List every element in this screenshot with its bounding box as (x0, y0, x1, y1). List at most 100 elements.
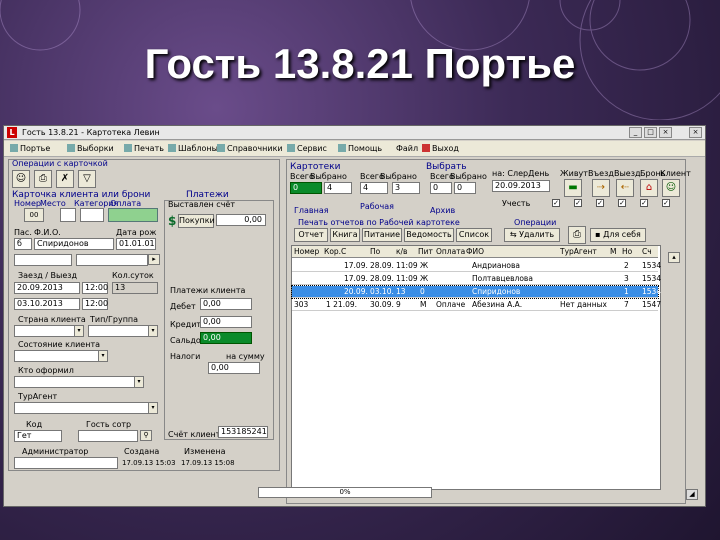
col-from[interactable]: Кор.С (324, 247, 346, 256)
purchases-button[interactable]: Покупки (178, 214, 215, 228)
client-icon[interactable]: ☺ (662, 179, 680, 197)
account-checkbox-2[interactable]: ✓ (574, 199, 582, 207)
col-m[interactable]: М (610, 247, 616, 256)
tax-value: 0,00 (208, 362, 260, 374)
menu-exit[interactable]: Выход (422, 144, 459, 153)
chevron-down-icon[interactable]: ▾ (148, 326, 157, 336)
menu-templates[interactable]: Шаблоны (168, 144, 218, 153)
account-checkbox-6[interactable]: ✓ (662, 199, 670, 207)
account-checkbox-1[interactable]: ✓ (552, 199, 560, 207)
maximize-icon[interactable]: □ (644, 127, 657, 138)
account-checkbox-3[interactable]: ✓ (596, 199, 604, 207)
col-no[interactable]: Но (622, 247, 632, 256)
checkout-time-input[interactable]: 12:00 (82, 298, 108, 310)
changed-label: Изменена (184, 447, 226, 456)
birth-input[interactable]: 01.01.01 (116, 238, 156, 250)
print-icon-button[interactable]: ⎙ (568, 226, 586, 244)
agent-select[interactable]: ▾ (14, 402, 158, 414)
menu-bar: Портье Выборки Печать Шаблоны Справочник… (4, 141, 705, 157)
delete-button[interactable]: ⇆ Удалить (504, 228, 560, 242)
account-checkbox-5[interactable]: ✓ (640, 199, 648, 207)
admin-field (14, 457, 118, 469)
close-icon[interactable]: × (659, 127, 672, 138)
table-row-selected[interactable]: 20.09. 03.10. 13 0 Спиридонов 1 1534 (291, 285, 661, 299)
report-button[interactable]: Отчет (294, 228, 328, 242)
minimize-icon[interactable]: _ (629, 127, 642, 138)
checkout-icon[interactable]: ⇠ (616, 179, 634, 197)
meals-button[interactable]: Питание (362, 228, 402, 242)
code-label: Код (26, 420, 43, 429)
tax-sum-label: на сумму (226, 352, 265, 361)
group-select[interactable]: ▾ (88, 325, 158, 337)
card-filter-icon[interactable]: ▽ (78, 170, 96, 188)
creator-select[interactable]: ▾ (14, 376, 144, 388)
list-button[interactable]: Список (456, 228, 492, 242)
chevron-down-icon[interactable]: ▾ (134, 377, 143, 387)
account-checkbox-4[interactable]: ✓ (618, 199, 626, 207)
chevron-down-icon[interactable]: ▾ (98, 351, 107, 361)
extra-input-2[interactable] (76, 254, 148, 266)
menu-service[interactable]: Сервис (287, 144, 327, 153)
checkout-date-input[interactable]: 03.10.2013 (14, 298, 80, 310)
state-select[interactable]: ▾ (14, 350, 108, 362)
card-person-icon[interactable]: ☺ (12, 170, 30, 188)
menu-file[interactable]: Файл (396, 144, 418, 153)
checkin-icon[interactable]: ⇢ (592, 179, 610, 197)
card-print-icon[interactable]: ⎙ (34, 170, 52, 188)
col-meal[interactable]: Пит (418, 247, 433, 256)
place-input[interactable] (60, 208, 76, 222)
book-button[interactable]: Книга (330, 228, 360, 242)
group-label: Тип/Группа (90, 315, 139, 324)
category-input[interactable] (80, 208, 104, 222)
other-input[interactable] (78, 430, 138, 442)
tab-work[interactable]: Рабочая (360, 202, 394, 211)
code-input[interactable]: Гет (14, 430, 62, 442)
booking-icon[interactable]: ⌂ (640, 179, 658, 197)
menu-references[interactable]: Справочники (217, 144, 283, 153)
choose-client-head: Клиент (660, 169, 691, 178)
menu-help[interactable]: Помощь (338, 144, 382, 153)
chevron-down-icon[interactable]: ▾ (148, 403, 157, 413)
state-label: Состояние клиента (18, 340, 100, 349)
col-account[interactable]: Сч (642, 247, 652, 256)
payment-label: Оплата (110, 199, 142, 208)
debit-value: 0,00 (200, 298, 252, 310)
card-cancel-icon[interactable]: ✗ (56, 170, 74, 188)
menu-selections[interactable]: Выборки (67, 144, 114, 153)
menu-portier[interactable]: Портье (10, 144, 50, 153)
tab-archive[interactable]: Архив (430, 206, 455, 215)
checkin-date-input[interactable]: 20.09.2013 (14, 282, 80, 294)
search-guest-icon[interactable]: ⚲ (140, 430, 152, 441)
nights-input[interactable]: 13 (112, 282, 158, 294)
choose-label: Выбрать (426, 162, 467, 172)
more-icon[interactable]: ▸ (148, 254, 160, 265)
checkin-time-input[interactable]: 12:00 (82, 282, 108, 294)
col-to[interactable]: По (370, 247, 380, 256)
payment-field[interactable] (108, 208, 158, 222)
birth-label: Дата рож (116, 228, 157, 237)
for-me-button[interactable]: ▪ Для себя (590, 228, 646, 242)
chevron-down-icon[interactable]: ▾ (74, 326, 83, 336)
tab-main[interactable]: Главная (294, 206, 329, 215)
col-number[interactable]: Номер (294, 247, 319, 256)
passport-input[interactable]: б (14, 238, 32, 250)
col-payment[interactable]: Оплата (436, 247, 465, 256)
statement-button[interactable]: Ведомость (404, 228, 454, 242)
close-app-icon[interactable]: × (689, 127, 702, 138)
fio-input[interactable]: Спиридонов (34, 238, 114, 250)
choose-date-input[interactable]: 20.09.2013 (492, 180, 550, 192)
menu-print[interactable]: Печать (124, 144, 164, 153)
country-select[interactable]: ▾ (14, 325, 84, 337)
table-row[interactable]: 17.09. 28.09. 11:09 Ж Полтавцевлова 3 1534 (292, 273, 661, 285)
col-fio[interactable]: ФИО (466, 247, 484, 256)
scroll-up-icon[interactable]: ▴ (668, 252, 680, 263)
extra-input-1[interactable] (14, 254, 72, 266)
col-agent[interactable]: ТурАгент (560, 247, 597, 256)
live-icon[interactable]: ▬ (564, 179, 582, 197)
table-row[interactable]: 17.09. 28.09. 11:09 Ж Андрианова 2 1534 (292, 260, 661, 272)
resize-grip-icon[interactable]: ◢ (686, 489, 698, 500)
col-kv[interactable]: к/в (396, 247, 407, 256)
room-select-icon[interactable]: 00 (24, 208, 44, 222)
templates-icon (168, 144, 176, 152)
table-row[interactable]: 303 1 21.09. 30.09. 9 М Оплаче Абезина А.А. Нет… (292, 299, 661, 311)
